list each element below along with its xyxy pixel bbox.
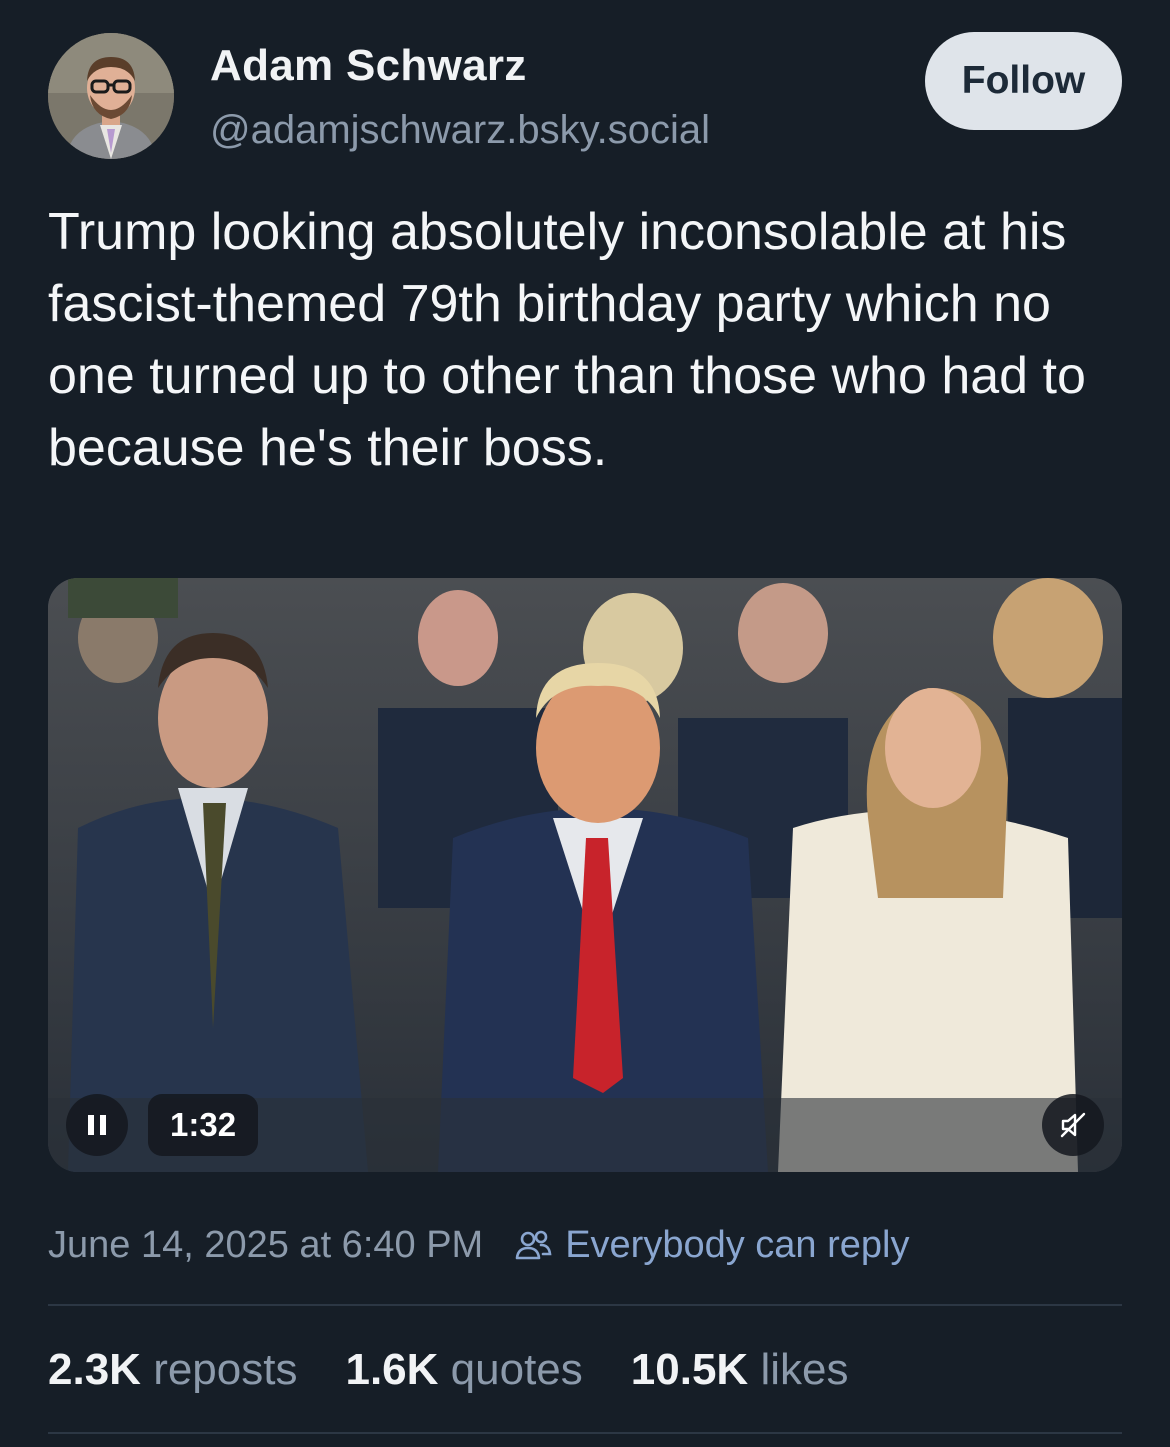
pause-icon (88, 1115, 106, 1135)
reposts-stat[interactable]: 2.3K reposts (48, 1342, 297, 1398)
muted-speaker-icon (1060, 1112, 1086, 1138)
likes-label: likes (760, 1345, 849, 1394)
author-avatar[interactable] (48, 33, 174, 159)
likes-stat[interactable]: 10.5K likes (631, 1342, 849, 1398)
pause-button[interactable] (66, 1094, 128, 1156)
post-text: Trump looking absolutely inconsolable at… (48, 203, 1086, 477)
post-view: Adam Schwarz @adamjschwarz.bsky.social F… (0, 0, 1170, 1447)
follow-button[interactable]: Follow (925, 32, 1122, 130)
avatar-image (48, 33, 174, 159)
reply-setting[interactable]: Everybody can reply (513, 1223, 910, 1267)
quotes-label: quotes (450, 1345, 583, 1394)
divider (48, 1304, 1122, 1306)
quotes-stat[interactable]: 1.6K quotes (345, 1342, 582, 1398)
post-timestamp[interactable]: June 14, 2025 at 6:40 PM (48, 1224, 483, 1267)
post-meta: June 14, 2025 at 6:40 PM Everybody can r… (48, 1220, 910, 1270)
author-block: Adam Schwarz @adamjschwarz.bsky.social (210, 38, 710, 158)
divider (48, 1432, 1122, 1434)
reposts-count: 2.3K (48, 1345, 141, 1394)
engagement-stats: 2.3K reposts 1.6K quotes 10.5K likes (48, 1342, 896, 1398)
mute-button[interactable] (1042, 1094, 1104, 1156)
likes-count: 10.5K (630, 1345, 749, 1394)
reply-setting-label: Everybody can reply (565, 1223, 910, 1266)
video-duration: 1:32 (148, 1094, 259, 1156)
quotes-count: 1.6K (345, 1345, 439, 1394)
video-frame (48, 578, 1122, 1172)
author-display-name[interactable]: Adam Schwarz (210, 38, 710, 94)
author-handle[interactable]: @adamjschwarz.bsky.social (210, 102, 710, 158)
people-icon (515, 1230, 552, 1260)
video-player[interactable]: 1:32 (48, 578, 1122, 1172)
reposts-label: reposts (153, 1345, 298, 1394)
